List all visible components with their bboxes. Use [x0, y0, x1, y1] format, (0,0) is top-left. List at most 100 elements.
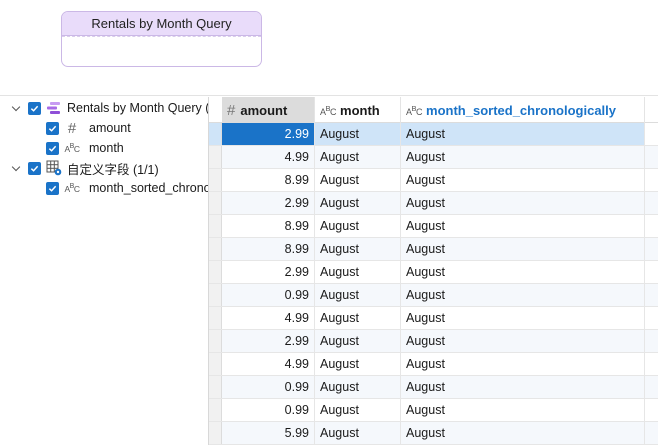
row-header[interactable] [209, 376, 222, 398]
table-row[interactable]: 0.99 August August [209, 376, 658, 399]
field-label: amount [89, 121, 131, 135]
cell-month[interactable]: August [315, 238, 401, 260]
row-header[interactable] [209, 238, 222, 260]
tree-custom-group-row[interactable]: 自定义字段 (1/1) [12, 158, 159, 178]
chevron-down-icon[interactable] [12, 103, 22, 113]
row-header[interactable] [209, 169, 222, 191]
cell-month[interactable]: August [315, 146, 401, 168]
cell-month[interactable]: August [315, 192, 401, 214]
cell-month-sorted[interactable]: August [401, 353, 645, 375]
cell-amount[interactable]: 0.99 [222, 399, 315, 421]
cell-month[interactable]: August [315, 353, 401, 375]
column-header-month-sorted[interactable]: ABC month_sorted_chronologically [401, 97, 645, 123]
query-icon [46, 100, 62, 116]
row-header[interactable] [209, 353, 222, 375]
cell-amount[interactable]: 2.99 [222, 330, 315, 352]
query-node-title: Rentals by Month Query [62, 12, 261, 36]
row-header[interactable] [209, 123, 222, 145]
row-header[interactable] [209, 261, 222, 283]
table-row[interactable]: 4.99 August August [209, 353, 658, 376]
chevron-down-icon[interactable] [12, 163, 22, 173]
cell-month[interactable]: August [315, 123, 401, 145]
cell-month[interactable]: August [315, 169, 401, 191]
column-header-label: month_sorted_chronologically [426, 102, 617, 118]
cell-amount[interactable]: 0.99 [222, 376, 315, 398]
cell-amount[interactable]: 2.99 [222, 261, 315, 283]
table-row[interactable]: 2.99 August August [209, 192, 658, 215]
cell-month-sorted[interactable]: August [401, 123, 645, 145]
column-header-amount[interactable]: # amount [222, 97, 315, 123]
cell-month[interactable]: August [315, 261, 401, 283]
cell-month-sorted[interactable]: August [401, 169, 645, 191]
cell-month-sorted[interactable]: August [401, 376, 645, 398]
table-row[interactable]: 5.99 August August [209, 422, 658, 445]
cell-amount[interactable]: 8.99 [222, 169, 315, 191]
cell-month-sorted[interactable]: August [401, 146, 645, 168]
field-tree: Rentals by Month Query (2 # amount ABC m… [0, 97, 208, 445]
root-checkbox[interactable] [28, 101, 41, 115]
cell-month-sorted[interactable]: August [401, 261, 645, 283]
cell-month[interactable]: August [315, 376, 401, 398]
results-grid: # amount ABC month ABC month_sorted_chro… [208, 97, 658, 445]
cell-amount[interactable]: 5.99 [222, 422, 315, 444]
cell-month[interactable]: August [315, 307, 401, 329]
cell-month-sorted[interactable]: August [401, 192, 645, 214]
cell-month[interactable]: August [315, 330, 401, 352]
query-diagram-canvas[interactable]: Rentals by Month Query [0, 0, 658, 96]
row-header[interactable] [209, 307, 222, 329]
cell-month-sorted[interactable]: August [401, 215, 645, 237]
cell-month-sorted[interactable]: August [401, 307, 645, 329]
table-row[interactable]: 2.99 August August [209, 261, 658, 284]
cell-month-sorted[interactable]: August [401, 422, 645, 444]
tree-root-row[interactable]: Rentals by Month Query (2 [12, 98, 208, 118]
cell-amount[interactable]: 4.99 [222, 307, 315, 329]
cell-month[interactable]: August [315, 399, 401, 421]
query-node[interactable]: Rentals by Month Query [61, 11, 262, 67]
query-node-body [62, 36, 261, 66]
field-checkbox[interactable] [46, 141, 59, 155]
hash-icon: # [67, 119, 77, 137]
row-header[interactable] [209, 330, 222, 352]
cell-amount[interactable]: 4.99 [222, 353, 315, 375]
row-header[interactable] [209, 192, 222, 214]
table-row[interactable]: 8.99 August August [209, 215, 658, 238]
tree-field-row[interactable]: # amount [40, 118, 131, 138]
row-header[interactable] [209, 284, 222, 306]
cell-month[interactable]: August [315, 422, 401, 444]
field-checkbox[interactable] [46, 121, 59, 135]
tree-custom-field-row[interactable]: ABC month_sorted_chronolo [40, 178, 208, 198]
table-row[interactable]: 2.99 August August [209, 123, 658, 146]
row-header[interactable] [209, 399, 222, 421]
abc-icon: ABC [64, 142, 80, 154]
row-header[interactable] [209, 422, 222, 444]
cell-month-sorted[interactable]: August [401, 399, 645, 421]
table-row[interactable]: 4.99 August August [209, 146, 658, 169]
custom-field-checkbox[interactable] [46, 181, 59, 195]
custom-group-checkbox[interactable] [28, 161, 41, 175]
cell-month-sorted[interactable]: August [401, 238, 645, 260]
cell-amount[interactable]: 2.99 [222, 192, 315, 214]
cell-month-sorted[interactable]: August [401, 330, 645, 352]
cell-amount[interactable]: 0.99 [222, 284, 315, 306]
cell-amount[interactable]: 8.99 [222, 238, 315, 260]
table-row[interactable]: 0.99 August August [209, 399, 658, 422]
table-row[interactable]: 4.99 August August [209, 307, 658, 330]
cell-amount[interactable]: 2.99 [222, 123, 315, 145]
cell-month[interactable]: August [315, 284, 401, 306]
abc-icon: ABC [406, 103, 423, 117]
row-header[interactable] [209, 146, 222, 168]
table-row[interactable]: 8.99 August August [209, 238, 658, 261]
table-row[interactable]: 0.99 August August [209, 284, 658, 307]
table-row[interactable]: 2.99 August August [209, 330, 658, 353]
cell-month-sorted[interactable]: August [401, 284, 645, 306]
abc-icon: ABC [320, 103, 337, 117]
row-header[interactable] [209, 215, 222, 237]
cell-month[interactable]: August [315, 215, 401, 237]
cell-amount[interactable]: 4.99 [222, 146, 315, 168]
column-header-month[interactable]: ABC month [315, 97, 401, 123]
grid-header: # amount ABC month ABC month_sorted_chro… [209, 97, 658, 123]
table-row[interactable]: 8.99 August August [209, 169, 658, 192]
custom-fields-icon [46, 160, 62, 176]
tree-field-row[interactable]: ABC month [40, 138, 124, 158]
cell-amount[interactable]: 8.99 [222, 215, 315, 237]
